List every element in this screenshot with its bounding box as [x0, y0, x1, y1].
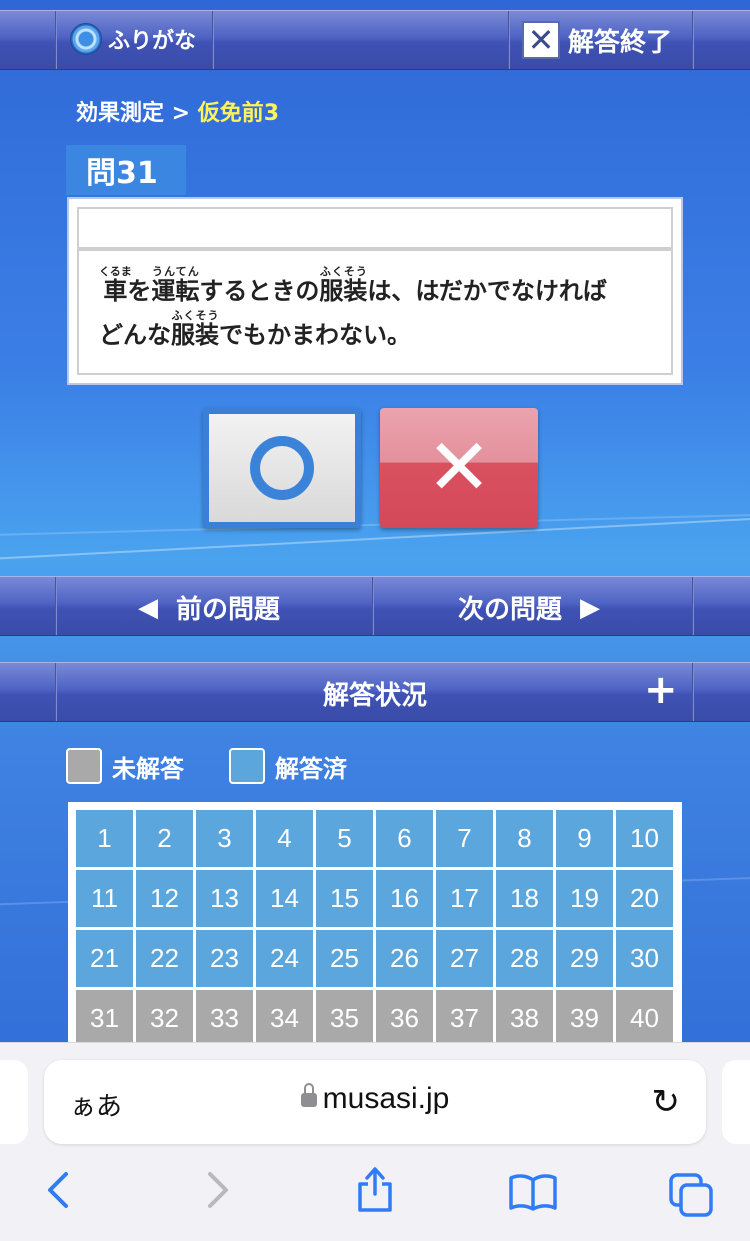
legend-unanswered-label: 未解答: [112, 754, 184, 783]
legend-swatch-gray: [66, 748, 102, 784]
question-cell[interactable]: 32: [136, 990, 193, 1047]
legend-answered: 解答済: [229, 748, 347, 784]
question-cell[interactable]: 37: [436, 990, 493, 1047]
end-answer-label: 解答終了: [568, 27, 673, 58]
question-cell[interactable]: 17: [436, 870, 493, 927]
prev-tab-edge[interactable]: [0, 1060, 28, 1144]
cross-mark-icon: ✕: [426, 423, 492, 513]
legend-answered-label: 解答済: [275, 754, 347, 783]
answer-status-header[interactable]: 解答状況 +: [0, 662, 750, 722]
question-cell[interactable]: 35: [316, 990, 373, 1047]
tabs-icon[interactable]: [668, 1172, 714, 1227]
divider: [212, 11, 214, 69]
next-tab-edge[interactable]: [722, 1060, 750, 1144]
question-text: 車くるまを運転うんてんするときの服装ふくそうは、はだかでなければ どんな服装ふく…: [77, 249, 673, 375]
question-cell[interactable]: 39: [556, 990, 613, 1047]
share-icon[interactable]: [354, 1164, 396, 1223]
answer-status-title: 解答状況: [322, 681, 427, 711]
question-cell[interactable]: 34: [256, 990, 313, 1047]
furigana-toggle[interactable]: ふりがな: [70, 23, 196, 55]
lock-icon: [300, 1083, 317, 1107]
question-number-grid: 1 2 3 4 5 6 7 8 9 10 11 12 13 14 15 16 17 18 19 20 21 22 23 24 2…: [68, 802, 682, 1062]
breadcrumb-separator: >: [164, 101, 198, 126]
next-question-button[interactable]: 次の問題 ▶: [458, 589, 600, 626]
question-cell[interactable]: 3: [196, 810, 253, 867]
top-toolbar: ふりがな ✕ 解答終了: [0, 10, 750, 70]
question-header-area: [77, 207, 673, 249]
divider: [508, 11, 510, 69]
question-cell[interactable]: 11: [76, 870, 133, 927]
question-cell[interactable]: 36: [376, 990, 433, 1047]
question-cell[interactable]: 4: [256, 810, 313, 867]
question-cell[interactable]: 22: [136, 930, 193, 987]
question-cell[interactable]: 16: [376, 870, 433, 927]
divider: [692, 577, 694, 635]
forward-icon[interactable]: [204, 1170, 232, 1219]
question-cell[interactable]: 5: [316, 810, 373, 867]
question-cell[interactable]: 30: [616, 930, 673, 987]
question-cell[interactable]: 27: [436, 930, 493, 987]
question-cell[interactable]: 14: [256, 870, 313, 927]
question-nav-bar: ◀ 前の問題 次の問題 ▶: [0, 576, 750, 636]
question-cell[interactable]: 40: [616, 990, 673, 1047]
url-domain: musasi.jp: [322, 1082, 450, 1115]
divider: [55, 577, 57, 635]
question-cell[interactable]: 15: [316, 870, 373, 927]
question-cell[interactable]: 7: [436, 810, 493, 867]
url-display[interactable]: musasi.jp: [44, 1082, 706, 1116]
question-cell[interactable]: 1: [76, 810, 133, 867]
radio-icon: [70, 23, 102, 55]
question-cell[interactable]: 21: [76, 930, 133, 987]
question-number: 問31: [66, 145, 186, 195]
bookmarks-icon[interactable]: [508, 1172, 558, 1221]
question-cell[interactable]: 20: [616, 870, 673, 927]
question-cell[interactable]: 13: [196, 870, 253, 927]
question-cell[interactable]: 38: [496, 990, 553, 1047]
divider: [55, 11, 57, 69]
question-cell[interactable]: 8: [496, 810, 553, 867]
divider: [372, 577, 374, 635]
question-cell[interactable]: 6: [376, 810, 433, 867]
question-cell[interactable]: 18: [496, 870, 553, 927]
question-cell[interactable]: 25: [316, 930, 373, 987]
reload-icon[interactable]: ↻: [652, 1082, 681, 1122]
question-cell[interactable]: 31: [76, 990, 133, 1047]
question-cell[interactable]: 10: [616, 810, 673, 867]
legend-swatch-blue: [229, 748, 265, 784]
circle-mark-icon: [250, 436, 314, 500]
answer-true-button[interactable]: [203, 408, 361, 528]
question-cell[interactable]: 2: [136, 810, 193, 867]
back-icon[interactable]: [44, 1170, 72, 1219]
question-box: 車くるまを運転うんてんするときの服装ふくそうは、はだかでなければ どんな服装ふく…: [67, 197, 683, 385]
breadcrumb-parent[interactable]: 効果測定: [76, 101, 164, 126]
expand-plus-icon[interactable]: +: [644, 667, 678, 713]
question-cell[interactable]: 24: [256, 930, 313, 987]
divider: [692, 11, 694, 69]
furigana-label: ふりがな: [108, 29, 197, 54]
question-cell[interactable]: 33: [196, 990, 253, 1047]
end-answer-button[interactable]: ✕ 解答終了: [522, 21, 672, 59]
triangle-right-icon: ▶: [580, 592, 601, 623]
address-bar[interactable]: ぁあ musasi.jp ↻: [44, 1060, 706, 1144]
question-cell[interactable]: 28: [496, 930, 553, 987]
triangle-left-icon: ◀: [138, 592, 158, 623]
legend-unanswered: 未解答: [66, 748, 184, 784]
breadcrumb: 効果測定 > 仮免前3: [76, 95, 279, 127]
close-icon: ✕: [522, 21, 560, 59]
answer-false-button[interactable]: ✕: [380, 408, 538, 528]
prev-question-button[interactable]: ◀ 前の問題: [138, 589, 280, 626]
question-cell[interactable]: 23: [196, 930, 253, 987]
question-cell[interactable]: 26: [376, 930, 433, 987]
question-cell[interactable]: 9: [556, 810, 613, 867]
next-question-label: 次の問題: [458, 595, 563, 625]
question-cell[interactable]: 19: [556, 870, 613, 927]
breadcrumb-current: 仮免前3: [197, 101, 280, 126]
question-cell[interactable]: 29: [556, 930, 613, 987]
question-cell[interactable]: 12: [136, 870, 193, 927]
prev-question-label: 前の問題: [176, 595, 281, 625]
